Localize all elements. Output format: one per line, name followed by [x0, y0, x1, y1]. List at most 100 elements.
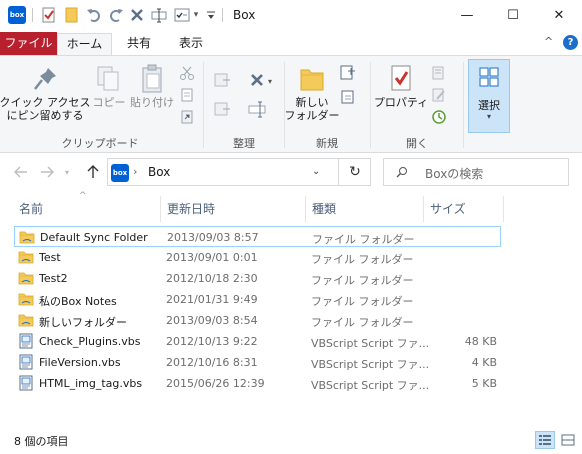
delete-dropdown-icon[interactable]: ▾ [266, 72, 274, 90]
history-icon[interactable] [430, 108, 448, 126]
help-icon[interactable]: ? [563, 35, 578, 50]
up-button[interactable] [84, 162, 102, 182]
tab-share[interactable]: 共有 [116, 33, 162, 55]
edit-icon[interactable] [430, 86, 448, 104]
file-size: 48 KB [464, 335, 497, 348]
minimize-button[interactable]: — [444, 0, 490, 31]
file-modified: 2021/01/31 9:49 [166, 293, 258, 306]
back-button[interactable] [12, 162, 30, 182]
customize-qa-dropdown[interactable]: ▾ [191, 6, 201, 24]
file-row[interactable]: HTML_img_tag.vbs 2015/06/26 12:39 VBScript… [14, 373, 501, 394]
breadcrumb-separator[interactable]: › [133, 165, 137, 178]
new-group-label: 新規 [316, 137, 338, 150]
rename-ribbon-icon[interactable] [248, 100, 266, 118]
file-type: VBScript Script ファ... [311, 379, 430, 392]
column-divider[interactable] [305, 196, 306, 222]
undo-icon[interactable] [85, 6, 103, 24]
delete-icon[interactable] [128, 6, 146, 24]
address-dropdown-icon[interactable]: ⌄ [312, 166, 320, 177]
folder-icon [18, 291, 34, 307]
column-divider[interactable] [503, 196, 504, 222]
properties-icon [391, 65, 411, 91]
column-type[interactable]: 種類 [312, 200, 336, 220]
column-size[interactable]: サイズ [430, 200, 466, 220]
file-row[interactable]: Test 2013/09/01 0:01 ファイル フォルダー [14, 247, 501, 268]
recent-locations-dropdown[interactable]: ▾ [62, 162, 72, 182]
file-name: Default Sync Folder [40, 231, 148, 244]
file-name: HTML_img_tag.vbs [39, 377, 143, 390]
new-folder-quick-icon[interactable] [63, 6, 81, 24]
cut-icon[interactable] [178, 64, 196, 82]
select-button[interactable]: 選択 ▾ [468, 59, 510, 133]
box-app-icon[interactable]: box [8, 6, 26, 24]
copy-label: コピー [92, 96, 126, 109]
search-placeholder: Boxの検索 [425, 167, 484, 181]
pin-icon [34, 68, 56, 90]
details-view-button[interactable] [535, 431, 555, 449]
column-divider[interactable] [160, 196, 161, 222]
forward-button[interactable] [38, 162, 56, 182]
open-icon[interactable] [430, 64, 448, 82]
file-modified: 2012/10/13 9:22 [166, 335, 258, 348]
file-modified: 2012/10/18 2:30 [166, 272, 258, 285]
column-divider[interactable] [423, 196, 424, 222]
ribbon: クイック アクセス にピン留めする コピー 貼り付け クリップボード ▾ 整理 … [0, 55, 582, 153]
copy-to-icon[interactable] [213, 100, 231, 118]
folder-icon [18, 270, 34, 286]
new-folder-button[interactable]: 新しい フォルダー [285, 62, 340, 122]
box-location-icon: box [111, 164, 129, 182]
file-row[interactable]: 新しいフォルダー 2013/09/03 8:54 ファイル フォルダー [14, 310, 501, 331]
qa-menu-icon[interactable] [205, 6, 217, 24]
large-icons-view-button[interactable] [558, 431, 578, 449]
ribbon-tabs: ファイル ホーム 共有 表示 ^ ? [0, 31, 582, 57]
title-bar: box ▾ Box — ☐ ✕ [0, 0, 582, 31]
tab-home[interactable]: ホーム [57, 33, 112, 57]
delete-ribbon-icon[interactable] [248, 71, 266, 89]
move-to-icon[interactable] [213, 71, 231, 89]
file-row[interactable]: 私のBox Notes 2021/01/31 9:49 ファイル フォルダー [14, 289, 501, 310]
tab-file[interactable]: ファイル [0, 32, 57, 55]
column-name[interactable]: 名前 [19, 200, 43, 220]
file-type: VBScript Script ファ... [311, 358, 430, 371]
redo-icon[interactable] [107, 6, 125, 24]
maximize-button[interactable]: ☐ [490, 0, 536, 31]
file-row[interactable]: FileVersion.vbs 2012/10/16 8:31 VBScript S… [14, 352, 501, 373]
pin-to-quick-access-button[interactable]: クイック アクセス にピン留めする [0, 62, 90, 122]
title-separator [32, 8, 33, 22]
new-item-icon[interactable] [339, 64, 357, 82]
copy-icon [97, 66, 119, 91]
select-dropdown-icon: ▾ [486, 112, 491, 121]
file-name: Test [39, 251, 61, 264]
file-modified: 2012/10/16 8:31 [166, 356, 258, 369]
paste-button[interactable]: 貼り付け [128, 62, 176, 109]
properties-quick-icon[interactable] [40, 6, 58, 24]
close-button[interactable]: ✕ [536, 0, 582, 31]
copy-button[interactable]: コピー [92, 62, 126, 109]
file-size: 5 KB [471, 377, 497, 390]
new-folder-icon [300, 69, 324, 91]
checkbox-view-icon[interactable] [173, 6, 191, 24]
properties-button[interactable]: プロパティ [374, 62, 428, 109]
tab-view[interactable]: 表示 [168, 33, 214, 55]
vbs-file-icon [18, 375, 34, 391]
search-box[interactable]: Boxの検索 [383, 158, 569, 186]
address-bar[interactable]: box › Box ⌄ ↻ [107, 158, 371, 186]
sort-indicator: ^ [79, 191, 87, 201]
file-row[interactable]: Default Sync Folder 2013/09/03 8:57 ファイル フ… [14, 226, 501, 247]
organize-group-label: 整理 [233, 137, 255, 150]
file-row[interactable]: Test2 2012/10/18 2:30 ファイル フォルダー [14, 268, 501, 289]
refresh-button[interactable]: ↻ [338, 159, 371, 185]
column-modified[interactable]: 更新日時 [167, 200, 215, 220]
file-row[interactable]: Check_Plugins.vbs 2012/10/13 9:22 VBScript… [14, 331, 501, 352]
pin-label-line1: クイック アクセス [0, 96, 91, 109]
vbs-file-icon [18, 354, 34, 370]
collapse-ribbon-button[interactable]: ^ [544, 35, 553, 48]
breadcrumb-box[interactable]: Box [148, 165, 170, 179]
file-modified: 2013/09/01 0:01 [166, 251, 258, 264]
copy-path-icon[interactable] [178, 86, 196, 104]
file-modified: 2013/09/03 8:57 [167, 231, 259, 244]
easy-access-icon[interactable] [339, 88, 357, 106]
rename-icon[interactable] [150, 6, 168, 24]
paste-label: 貼り付け [130, 96, 174, 109]
paste-shortcut-icon[interactable] [178, 108, 196, 126]
